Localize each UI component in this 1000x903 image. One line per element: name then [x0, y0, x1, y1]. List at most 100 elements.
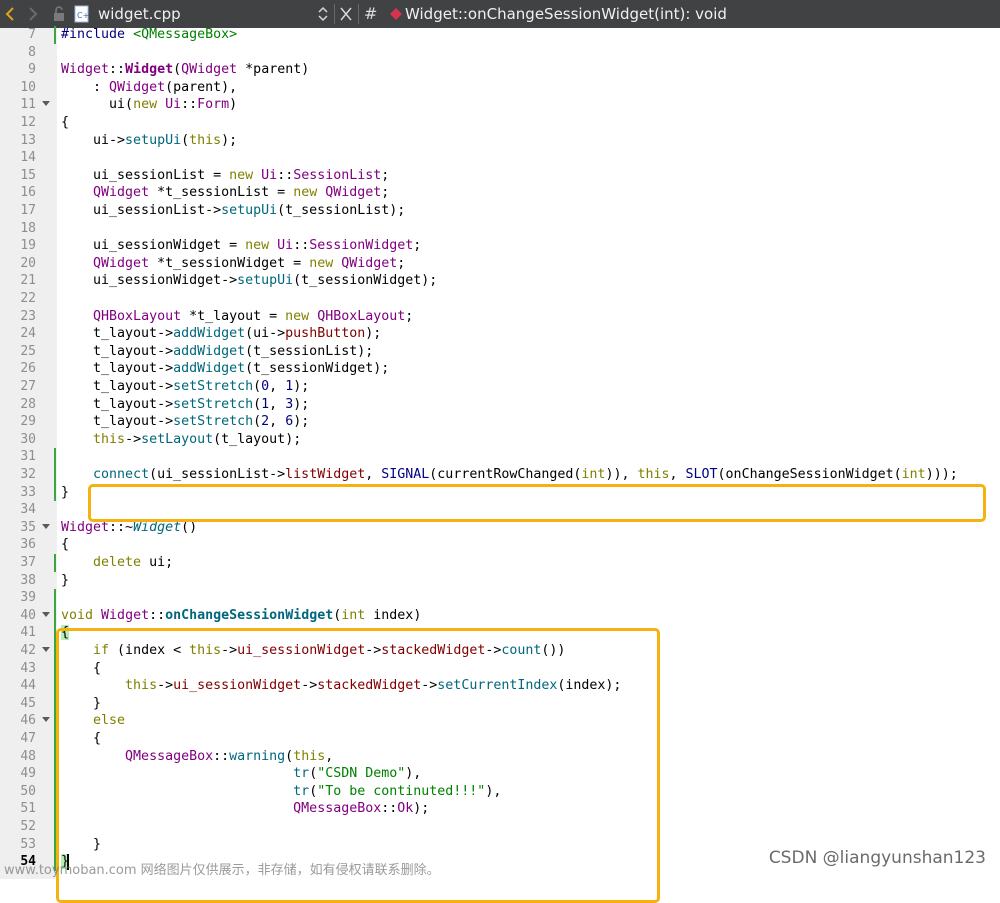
code-line[interactable]: 48 QMessageBox::warning(this,: [0, 747, 1000, 766]
code-editor[interactable]: 7 #include <QMessageBox> 8 9 Widget::Widget(…: [0, 26, 1000, 903]
code-line[interactable]: 40 void Widget::onChangeSessionWidget(int…: [0, 606, 1000, 625]
code-text[interactable]: if (index < this->ui_sessionWidget->stac…: [61, 642, 565, 660]
code-area[interactable]: 7 #include <QMessageBox> 8 9 Widget::Widget(…: [0, 26, 1000, 879]
code-text[interactable]: tr("CSDN Demo"),: [61, 765, 421, 783]
code-line[interactable]: 25 t_layout->addWidget(t_sessionList);: [0, 343, 1000, 361]
code-text[interactable]: ui_sessionList->setupUi(t_sessionList);: [61, 202, 405, 220]
code-text[interactable]: ui_sessionList = new Ui::SessionList;: [61, 167, 389, 185]
code-text[interactable]: QMessageBox::warning(this,: [61, 748, 333, 766]
code-line[interactable]: 21 ui_sessionWidget->setupUi(t_sessionWi…: [0, 272, 1000, 290]
code-line[interactable]: 18: [0, 220, 1000, 238]
code-line[interactable]: 24 t_layout->addWidget(ui->pushButton);: [0, 325, 1000, 343]
symbol-selector[interactable]: Widget::onChangeSessionWidget(int): void: [405, 0, 727, 28]
code-line[interactable]: 47 {: [0, 730, 1000, 748]
code-line[interactable]: 14: [0, 149, 1000, 167]
code-text[interactable]: t_layout->addWidget(t_sessionWidget);: [61, 360, 389, 378]
code-text[interactable]: this->ui_sessionWidget->stackedWidget->s…: [61, 677, 621, 695]
code-line[interactable]: 46 else: [0, 712, 1000, 730]
code-line[interactable]: 12 {: [0, 114, 1000, 132]
back-arrow-icon[interactable]: [2, 0, 20, 28]
code-text[interactable]: ui_sessionWidget = new Ui::SessionWidget…: [61, 237, 421, 255]
code-token: (index <: [109, 643, 190, 658]
code-line[interactable]: 19 ui_sessionWidget = new Ui::SessionWid…: [0, 237, 1000, 255]
code-text[interactable]: t_layout->setStretch(2, 6);: [61, 413, 309, 431]
code-line[interactable]: 49 tr("CSDN Demo"),: [0, 765, 1000, 783]
code-text[interactable]: Widget::Widget(QWidget *parent): [61, 61, 309, 79]
code-line[interactable]: 27 t_layout->setStretch(0, 1);: [0, 378, 1000, 396]
code-text[interactable]: t_layout->addWidget(ui->pushButton);: [61, 325, 381, 343]
code-line[interactable]: 43 {: [0, 659, 1000, 678]
code-text[interactable]: t_layout->addWidget(t_sessionList);: [61, 343, 373, 361]
code-text[interactable]: {: [61, 730, 101, 748]
code-line[interactable]: 26 t_layout->addWidget(t_sessionWidget);: [0, 360, 1000, 378]
code-text[interactable]: ui(new Ui::Form): [61, 96, 237, 114]
code-line[interactable]: 9 Widget::Widget(QWidget *parent): [0, 61, 1000, 79]
code-text[interactable]: }: [61, 572, 69, 590]
code-text[interactable]: }: [61, 484, 69, 502]
fold-arrow-icon[interactable]: [42, 96, 52, 114]
code-line[interactable]: 29 t_layout->setStretch(2, 6);: [0, 413, 1000, 431]
fold-arrow-icon[interactable]: [42, 642, 52, 660]
code-line[interactable]: 41 {: [0, 624, 1000, 642]
code-text[interactable]: void Widget::onChangeSessionWidget(int i…: [61, 607, 421, 625]
code-line[interactable]: 22: [0, 290, 1000, 308]
code-line[interactable]: 50 tr("To be continuted!!!"),: [0, 782, 1000, 801]
code-text[interactable]: Widget::~Widget(): [61, 519, 197, 537]
code-text[interactable]: tr("To be continuted!!!"),: [61, 783, 501, 801]
code-line[interactable]: 23 QHBoxLayout *t_layout = new QHBoxLayo…: [0, 308, 1000, 326]
code-text[interactable]: QHBoxLayout *t_layout = new QHBoxLayout;: [61, 308, 413, 326]
code-line[interactable]: 10 : QWidget(parent),: [0, 79, 1000, 97]
code-line[interactable]: 30 this->setLayout(t_layout);: [0, 431, 1000, 449]
code-line[interactable]: 16 QWidget *t_sessionList = new QWidget;: [0, 184, 1000, 202]
code-text[interactable]: {: [61, 624, 70, 642]
code-line[interactable]: 35 Widget::~Widget(): [0, 519, 1000, 537]
code-text[interactable]: delete ui;: [61, 554, 173, 572]
fold-arrow-icon[interactable]: [42, 712, 52, 730]
code-text[interactable]: ui->setupUi(this);: [61, 132, 237, 150]
code-line[interactable]: 11 ui(new Ui::Form): [0, 96, 1000, 114]
code-line[interactable]: 36 {: [0, 536, 1000, 554]
code-text[interactable]: this->setLayout(t_layout);: [61, 431, 301, 449]
code-line[interactable]: 37 delete ui;: [0, 554, 1000, 572]
code-line[interactable]: 38}: [0, 572, 1000, 590]
code-line[interactable]: 20 QWidget *t_sessionWidget = new QWidge…: [0, 255, 1000, 273]
code-text[interactable]: {: [61, 536, 69, 554]
code-text[interactable]: QWidget *t_sessionWidget = new QWidget;: [61, 255, 405, 273]
code-text[interactable]: else: [61, 712, 125, 730]
code-text[interactable]: QWidget *t_sessionList = new QWidget;: [61, 184, 389, 202]
code-line[interactable]: 39: [0, 589, 1000, 607]
forward-arrow-icon[interactable]: [24, 0, 42, 28]
code-line[interactable]: 8: [0, 44, 1000, 62]
code-line[interactable]: 45 }: [0, 694, 1000, 713]
file-dropdown-icon[interactable]: [316, 0, 330, 28]
code-text[interactable]: ui_sessionWidget->setupUi(t_sessionWidge…: [61, 272, 437, 290]
code-text[interactable]: connect(ui_sessionList->listWidget, SIGN…: [61, 466, 958, 484]
fold-arrow-icon[interactable]: [42, 607, 52, 625]
code-text[interactable]: : QWidget(parent),: [61, 79, 237, 97]
code-text[interactable]: #include <QMessageBox>: [61, 26, 237, 44]
code-text[interactable]: }: [61, 836, 101, 854]
code-text[interactable]: QMessageBox::Ok);: [61, 800, 429, 818]
hash-icon[interactable]: #: [364, 0, 378, 28]
code-line[interactable]: 33}: [0, 483, 1000, 502]
code-line[interactable]: 31: [0, 448, 1000, 466]
fold-arrow-icon[interactable]: [42, 519, 52, 537]
close-document-icon[interactable]: [338, 0, 354, 28]
code-line[interactable]: 34: [0, 501, 1000, 519]
code-line[interactable]: 28 t_layout->setStretch(1, 3);: [0, 396, 1000, 414]
code-line[interactable]: 15 ui_sessionList = new Ui::SessionList;: [0, 167, 1000, 185]
file-name[interactable]: widget.cpp: [98, 0, 181, 28]
code-line[interactable]: 52: [0, 818, 1000, 836]
code-text[interactable]: t_layout->setStretch(1, 3);: [61, 396, 309, 414]
code-text[interactable]: {: [61, 114, 69, 132]
code-line[interactable]: 13 ui->setupUi(this);: [0, 132, 1000, 150]
code-text[interactable]: t_layout->setStretch(0, 1);: [61, 378, 309, 396]
code-line[interactable]: 32 connect(ui_sessionList->listWidget, S…: [0, 466, 1000, 484]
code-text[interactable]: {: [61, 660, 101, 678]
code-line[interactable]: 51 QMessageBox::Ok);: [0, 800, 1000, 818]
code-line[interactable]: 44 this->ui_sessionWidget->stackedWidget…: [0, 677, 1000, 695]
code-text[interactable]: }: [61, 695, 101, 713]
code-line[interactable]: 17 ui_sessionList->setupUi(t_sessionList…: [0, 202, 1000, 220]
code-line[interactable]: 42 if (index < this->ui_sessionWidget->s…: [0, 642, 1000, 660]
code-line[interactable]: 7 #include <QMessageBox>: [0, 26, 1000, 44]
